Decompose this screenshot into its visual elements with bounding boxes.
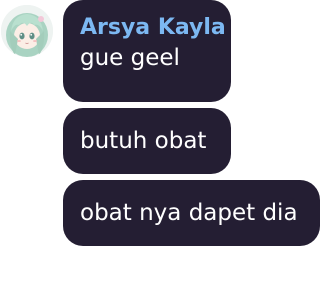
message-text-1: gue geel [80, 45, 180, 71]
sender-name[interactable]: Arsya Kayla [80, 13, 226, 43]
message-text-2: butuh obat [80, 128, 207, 154]
anime-girl-avatar-icon [1, 5, 53, 57]
message-bubble-2[interactable]: butuh obat [63, 108, 231, 174]
message-bubble-1[interactable]: Arsya Kayla gue geel [63, 0, 231, 102]
message-bubble-3[interactable]: obat nya dapet dia [63, 180, 320, 246]
message-text-3: obat nya dapet dia [80, 200, 298, 226]
sender-avatar[interactable] [1, 5, 53, 57]
